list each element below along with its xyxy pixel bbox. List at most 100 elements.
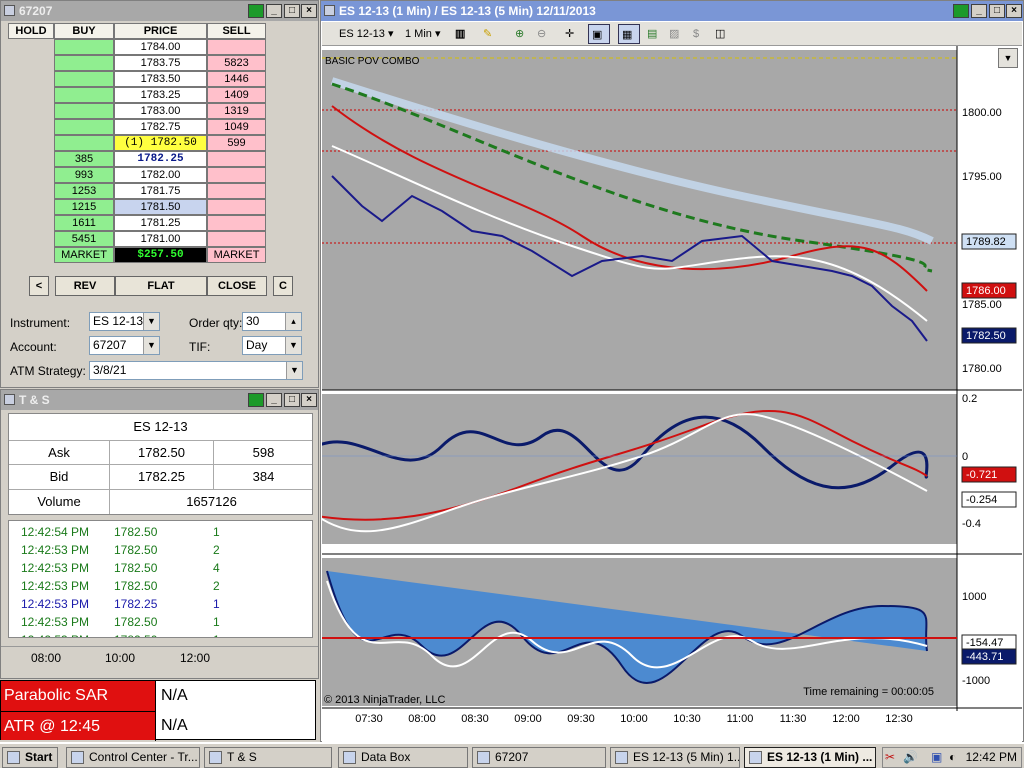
taskbar-item[interactable]: Data Box <box>338 747 468 768</box>
templates-icon[interactable]: $ <box>690 24 710 44</box>
link-button[interactable] <box>248 4 264 18</box>
trades-list[interactable]: 12:42:54 PM 1782.50 1 12:42:53 PM 1782.50 2 12… <box>8 520 313 638</box>
sound-icon[interactable]: ◐ <box>949 750 956 764</box>
price-cell[interactable]: 1784.00 <box>114 39 207 55</box>
orderqty-stepper[interactable]: 30 ▴ <box>242 312 302 331</box>
buy-cell[interactable]: 5451 <box>54 231 114 247</box>
market-sell-button[interactable]: MARKET <box>207 247 266 263</box>
price-cell[interactable]: 1781.75 <box>114 183 207 199</box>
taskbar-item-active[interactable]: ES 12-13 (1 Min) ... <box>744 747 876 768</box>
zoom-in-icon[interactable]: ⊕ <box>512 24 532 44</box>
close-button[interactable]: × <box>1006 4 1022 18</box>
instrument-selector[interactable]: ES 12-13 ▾ <box>336 24 396 44</box>
price-cell[interactable]: (1) 1782.50 <box>114 135 207 151</box>
ts-titlebar[interactable]: T & S _ □ × <box>1 390 318 410</box>
sell-cell[interactable] <box>207 215 266 231</box>
maximize-button[interactable]: □ <box>284 393 300 407</box>
close-position-button[interactable]: CLOSE <box>207 276 267 296</box>
chart-scroll-button[interactable]: ▼ <box>998 48 1018 68</box>
account-select[interactable]: 67207 ▼ <box>89 336 160 355</box>
sell-cell[interactable]: 5823 <box>207 55 266 71</box>
sell-cell[interactable]: 1049 <box>207 119 266 135</box>
zoom-out-icon[interactable]: ⊖ <box>534 24 554 44</box>
taskbar-item[interactable]: T & S <box>204 747 332 768</box>
price-cell[interactable]: 1782.25 <box>114 151 207 167</box>
buy-cell[interactable]: 385 <box>54 151 114 167</box>
sell-cell[interactable] <box>207 151 266 167</box>
buy-cell[interactable] <box>54 87 114 103</box>
volume-icon[interactable]: 🔊 <box>903 750 918 764</box>
hold-header[interactable]: HOLD <box>8 23 54 39</box>
interval-selector[interactable]: 1 Min ▾ <box>402 24 446 44</box>
buy-cell[interactable]: 1611 <box>54 215 114 231</box>
sell-cell[interactable]: 1409 <box>207 87 266 103</box>
sell-cell[interactable]: 1319 <box>207 103 266 119</box>
sell-cell[interactable] <box>207 231 266 247</box>
tray-icon[interactable]: ✂ <box>885 750 895 764</box>
close-button[interactable]: × <box>301 393 317 407</box>
link-button[interactable] <box>953 4 969 18</box>
sell-cell[interactable]: 1446 <box>207 71 266 87</box>
minimize-button[interactable]: _ <box>266 4 282 18</box>
left-button[interactable]: < <box>29 276 49 296</box>
sell-cell[interactable] <box>207 183 266 199</box>
buy-cell[interactable] <box>54 55 114 71</box>
buy-cell[interactable]: 1215 <box>54 199 114 215</box>
price-cell[interactable]: 1782.75 <box>114 119 207 135</box>
sell-header[interactable]: SELL <box>207 23 266 39</box>
sell-cell[interactable] <box>207 199 266 215</box>
taskbar-item[interactable]: 67207 <box>472 747 606 768</box>
network-icon[interactable]: ▣ <box>931 750 942 764</box>
properties-icon[interactable]: ▣ <box>588 24 610 44</box>
price-cell[interactable]: 1781.50 <box>114 199 207 215</box>
minimize-button[interactable]: _ <box>266 393 282 407</box>
trade-price: 1782.50 <box>114 561 158 575</box>
reverse-button[interactable]: REV <box>55 276 115 296</box>
chart-trader-icon[interactable]: ◫ <box>712 24 732 44</box>
atm-select[interactable]: 3/8/21 ▼ <box>89 361 303 380</box>
buy-header[interactable]: BUY <box>54 23 114 39</box>
data-box-icon[interactable]: ▦ <box>618 24 640 44</box>
price-cell[interactable]: 1781.00 <box>114 231 207 247</box>
tif-select[interactable]: Day ▼ <box>242 336 302 355</box>
minimize-button[interactable]: _ <box>971 4 987 18</box>
indicators-icon[interactable]: ▤ <box>644 24 664 44</box>
buy-cell[interactable] <box>54 119 114 135</box>
price-cell[interactable]: 1782.00 <box>114 167 207 183</box>
price-cell[interactable]: 1783.25 <box>114 87 207 103</box>
buy-cell[interactable]: 993 <box>54 167 114 183</box>
buy-cell[interactable] <box>54 39 114 55</box>
start-button[interactable]: Start <box>2 747 58 768</box>
link-button[interactable] <box>248 393 264 407</box>
buy-cell[interactable] <box>54 103 114 119</box>
pnl-display[interactable]: $257.50 <box>114 247 207 263</box>
market-buy-button[interactable]: MARKET <box>54 247 114 263</box>
sell-cell[interactable]: 599 <box>207 135 266 151</box>
chart-titlebar[interactable]: ES 12-13 (1 Min) / ES 12-13 (5 Min) 12/1… <box>321 1 1023 21</box>
c-button[interactable]: C <box>273 276 293 296</box>
instrument-select[interactable]: ES 12-13 ▼ <box>89 312 160 331</box>
maximize-button[interactable]: □ <box>284 4 300 18</box>
close-button[interactable]: × <box>301 4 317 18</box>
buy-cell[interactable] <box>54 71 114 87</box>
price-cell[interactable]: 1783.00 <box>114 103 207 119</box>
sell-cell[interactable] <box>207 167 266 183</box>
flatten-button[interactable]: FLAT <box>115 276 207 296</box>
drawing-tool-icon[interactable]: ✎ <box>480 24 502 44</box>
crosshair-icon[interactable]: ✛ <box>562 24 584 44</box>
buy-cell[interactable] <box>54 135 114 151</box>
chart-canvas[interactable]: 07:30 08:00 08:30 09:00 09:30 10:00 10:30 11:00… <box>322 46 1022 742</box>
strategies-icon[interactable]: ▨ <box>666 24 686 44</box>
maximize-button[interactable]: □ <box>989 4 1005 18</box>
sell-cell[interactable] <box>207 39 266 55</box>
taskbar-item[interactable]: ES 12-13 (5 Min) 1... <box>610 747 740 768</box>
buy-cell[interactable]: 1253 <box>54 183 114 199</box>
taskbar-item-label: T & S <box>227 750 257 764</box>
price-cell[interactable]: 1783.75 <box>114 55 207 71</box>
dom-titlebar[interactable]: 67207 _ □ × <box>1 1 318 21</box>
price-cell[interactable]: 1783.50 <box>114 71 207 87</box>
taskbar-item[interactable]: Control Center - Tr... <box>66 747 200 768</box>
bar-type-icon[interactable]: ▥ <box>452 24 474 44</box>
price-header[interactable]: PRICE <box>114 23 207 39</box>
price-cell[interactable]: 1781.25 <box>114 215 207 231</box>
